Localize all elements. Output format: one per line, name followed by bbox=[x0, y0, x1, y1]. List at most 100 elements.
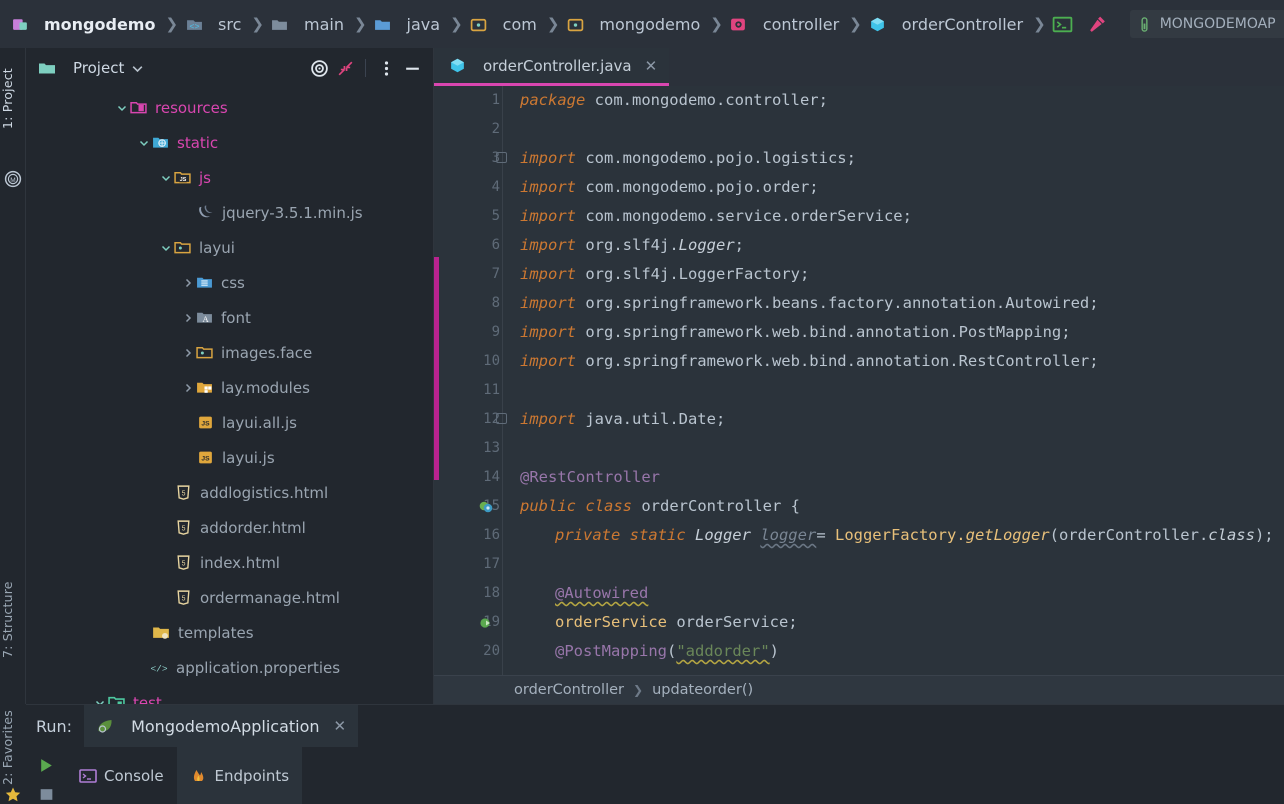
code-line-9: import org.springframework.web.bind.anno… bbox=[520, 318, 1071, 347]
favorites-star-icon[interactable] bbox=[4, 786, 22, 804]
tree-item-label: resources bbox=[155, 99, 228, 117]
svg-text:<>: <> bbox=[189, 21, 199, 31]
chevron-down-icon[interactable] bbox=[92, 685, 107, 704]
breadcrumb-item-java[interactable]: java bbox=[373, 0, 442, 48]
sidebar-item-project[interactable]: 1: Project bbox=[0, 56, 26, 142]
tree-item-index-html[interactable]: 5 index.html bbox=[26, 545, 433, 580]
controller-package-icon bbox=[730, 15, 748, 33]
tree-item-layui[interactable]: layui bbox=[26, 230, 433, 265]
tab-console[interactable]: Console bbox=[66, 747, 177, 804]
code-viewport[interactable]: 1 2 3 4 5 6 7 8 9 10 11 12 13 14 15 16 1… bbox=[434, 86, 1284, 675]
token-keyword-class: class bbox=[1208, 526, 1255, 544]
tree-item-lay-modules[interactable]: lay.modules bbox=[26, 370, 433, 405]
token-punct: ) bbox=[770, 642, 779, 660]
close-icon[interactable]: ✕ bbox=[334, 717, 347, 735]
chevron-down-icon[interactable] bbox=[158, 160, 173, 195]
more-options-icon[interactable] bbox=[373, 55, 399, 81]
chevron-down-icon[interactable] bbox=[114, 90, 129, 125]
code-line-3: import com.mongodemo.pojo.logistics; bbox=[520, 144, 856, 173]
editor-breadcrumb-method[interactable]: updateorder() bbox=[652, 682, 753, 698]
chevron-down-icon[interactable] bbox=[158, 230, 173, 265]
line-number: 16 bbox=[440, 521, 500, 550]
project-file-tree[interactable]: resources static JS js bbox=[26, 90, 433, 704]
tree-item-addlogistics-html[interactable]: 5 addlogistics.html bbox=[26, 475, 433, 510]
project-tool-window: Project bbox=[26, 48, 434, 704]
chevron-right-icon[interactable] bbox=[180, 370, 195, 405]
sidebar-item-favorites[interactable]: 2: Favorites bbox=[0, 704, 26, 790]
code-line-14: @RestController bbox=[520, 463, 660, 492]
code-line-10: import org.springframework.web.bind.anno… bbox=[520, 347, 1099, 376]
tree-item-css[interactable]: css bbox=[26, 265, 433, 300]
tree-item-application-properties[interactable]: </> application.properties bbox=[26, 650, 433, 685]
breadcrumb-item-controller[interactable]: controller bbox=[729, 0, 840, 48]
token-identifier: java.util.Date; bbox=[585, 410, 725, 428]
editor-breadcrumb: orderController ❯ updateorder() bbox=[434, 675, 1284, 704]
html-file-icon: 5 bbox=[174, 554, 192, 572]
js-file-icon: JS bbox=[196, 449, 214, 467]
html-file-icon: 5 bbox=[174, 519, 192, 537]
sidebar-item-structure[interactable]: 7: Structure bbox=[0, 568, 26, 672]
tree-item-templates[interactable]: templates bbox=[26, 615, 433, 650]
tab-endpoints[interactable]: Endpoints bbox=[177, 747, 303, 804]
code-fold-icon[interactable] bbox=[496, 413, 507, 424]
hide-panel-icon[interactable] bbox=[399, 55, 425, 81]
test-tube-icon bbox=[1138, 17, 1151, 32]
chevron-right-icon[interactable] bbox=[180, 300, 195, 335]
token-punct: ; bbox=[735, 236, 744, 254]
code-text[interactable]: package com.mongodemo.controller; import… bbox=[510, 86, 1284, 675]
tree-item-jquery[interactable]: jquery-3.5.1.min.js bbox=[26, 195, 433, 230]
stop-icon[interactable] bbox=[38, 786, 55, 803]
tree-item-layui-js[interactable]: JS layui.js bbox=[26, 440, 433, 475]
tree-item-layui-all-js[interactable]: JS layui.all.js bbox=[26, 405, 433, 440]
breadcrumb-item-mongodemo[interactable]: mongodemo bbox=[10, 0, 156, 48]
tree-item-font[interactable]: A font bbox=[26, 300, 433, 335]
hammer-build-icon[interactable] bbox=[1087, 14, 1108, 35]
editor-breadcrumb-class[interactable]: orderController bbox=[514, 682, 624, 698]
terminal-icon[interactable] bbox=[1052, 14, 1073, 35]
chevron-right-icon[interactable] bbox=[180, 335, 195, 370]
breadcrumb-item-com[interactable]: com bbox=[469, 0, 538, 48]
folder-gray-icon bbox=[271, 15, 289, 33]
tree-item-addorder-html[interactable]: 5 addorder.html bbox=[26, 510, 433, 545]
spring-bean-icon[interactable] bbox=[478, 499, 494, 515]
breadcrumb-item-orderController[interactable]: orderController bbox=[868, 0, 1024, 48]
close-icon[interactable]: ✕ bbox=[645, 57, 658, 75]
tree-item-images-face[interactable]: images.face bbox=[26, 335, 433, 370]
breadcrumb-separator: ❯ bbox=[165, 15, 178, 33]
token-class: LoggerFactory. bbox=[835, 526, 966, 544]
line-number: 1 bbox=[440, 86, 500, 115]
tree-item-test[interactable]: test bbox=[26, 685, 433, 704]
token-keyword: import bbox=[520, 294, 585, 312]
breadcrumb-label: src bbox=[218, 15, 241, 34]
js-folder-icon: JS bbox=[173, 169, 191, 187]
run-tool-window: Run: MongodemoApplication ✕ bbox=[26, 704, 1284, 804]
select-opened-file-icon[interactable] bbox=[306, 55, 332, 81]
line-number: 2 bbox=[440, 115, 500, 144]
tree-item-label: js bbox=[199, 169, 211, 187]
chevron-down-icon[interactable] bbox=[124, 55, 150, 81]
override-arrow-icon[interactable] bbox=[478, 615, 494, 631]
tree-item-ordermanage-html[interactable]: 5 ordermanage.html bbox=[26, 580, 433, 615]
tree-item-static[interactable]: static bbox=[26, 125, 433, 160]
run-tab-mongodemoapplication[interactable]: MongodemoApplication ✕ bbox=[84, 705, 358, 747]
tree-item-js-folder[interactable]: JS js bbox=[26, 160, 433, 195]
collapse-all-icon[interactable] bbox=[332, 55, 358, 81]
breadcrumb-item-main[interactable]: main bbox=[270, 0, 345, 48]
breadcrumb-item-mongodemo-pkg[interactable]: mongodemo bbox=[565, 0, 701, 48]
breadcrumb-item-src[interactable]: <> src bbox=[184, 0, 242, 48]
svg-text:5: 5 bbox=[181, 525, 185, 532]
rerun-play-icon[interactable] bbox=[38, 757, 55, 774]
chevron-right-icon[interactable] bbox=[180, 265, 195, 300]
token-identifier: orderController { bbox=[641, 497, 800, 515]
editor-area: orderController.java ✕ 1 2 3 4 5 6 7 8 9… bbox=[434, 48, 1284, 704]
run-configuration-selector[interactable]: MONGODEMOAP bbox=[1130, 10, 1284, 38]
static-web-folder-icon bbox=[151, 134, 169, 152]
tree-item-resources[interactable]: resources bbox=[26, 90, 433, 125]
code-line-15: public class orderController { bbox=[520, 492, 800, 521]
maven-icon[interactable]: M bbox=[4, 170, 22, 188]
editor-tab-orderController[interactable]: orderController.java ✕ bbox=[434, 48, 669, 86]
source-root-icon: <> bbox=[185, 15, 203, 33]
code-fold-icon[interactable] bbox=[496, 152, 507, 163]
chevron-down-icon[interactable] bbox=[136, 125, 151, 160]
breadcrumb-separator: ❯ bbox=[849, 15, 862, 33]
